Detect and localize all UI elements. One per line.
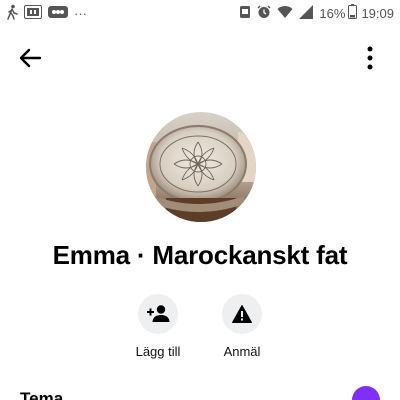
theme-color-indicator[interactable] xyxy=(352,386,380,400)
screen: ··· 16% 19:09 Emma · Marockanskt fat Läg… xyxy=(0,0,400,400)
report-label: Anmäl xyxy=(223,344,261,359)
more-options-button[interactable] xyxy=(362,44,378,72)
more-notifications: ··· xyxy=(74,6,87,21)
clock: 19:09 xyxy=(361,6,394,21)
bowl-photo xyxy=(146,112,256,222)
profile-title: Emma · Marockanskt fat xyxy=(52,240,348,270)
theme-label[interactable]: Tema xyxy=(20,388,63,400)
arrow-left-icon xyxy=(19,48,42,68)
vertical-dots-icon xyxy=(367,46,373,70)
battery-icon xyxy=(348,4,358,24)
report-button[interactable] xyxy=(222,294,262,334)
sim-icon xyxy=(24,4,42,24)
back-button[interactable] xyxy=(14,44,46,72)
add-button[interactable] xyxy=(138,294,178,334)
battery-percent: 16% xyxy=(319,6,346,21)
signal-icon xyxy=(299,4,314,24)
walking-icon xyxy=(6,4,18,25)
status-left: ··· xyxy=(6,4,87,25)
add-action[interactable]: Lägg till xyxy=(113,294,203,360)
status-right: 16% 19:09 xyxy=(239,4,394,24)
wifi-icon xyxy=(277,5,293,24)
avatar xyxy=(146,112,256,222)
alarm-icon xyxy=(257,4,271,24)
warning-icon xyxy=(232,305,252,323)
status-bar: ··· 16% 19:09 xyxy=(0,0,400,28)
add-person-icon xyxy=(147,305,170,322)
screenshot-icon xyxy=(239,5,251,24)
add-label: Lägg till xyxy=(135,344,181,359)
notification-icon xyxy=(48,5,68,24)
report-action[interactable]: Anmäl xyxy=(197,294,287,360)
